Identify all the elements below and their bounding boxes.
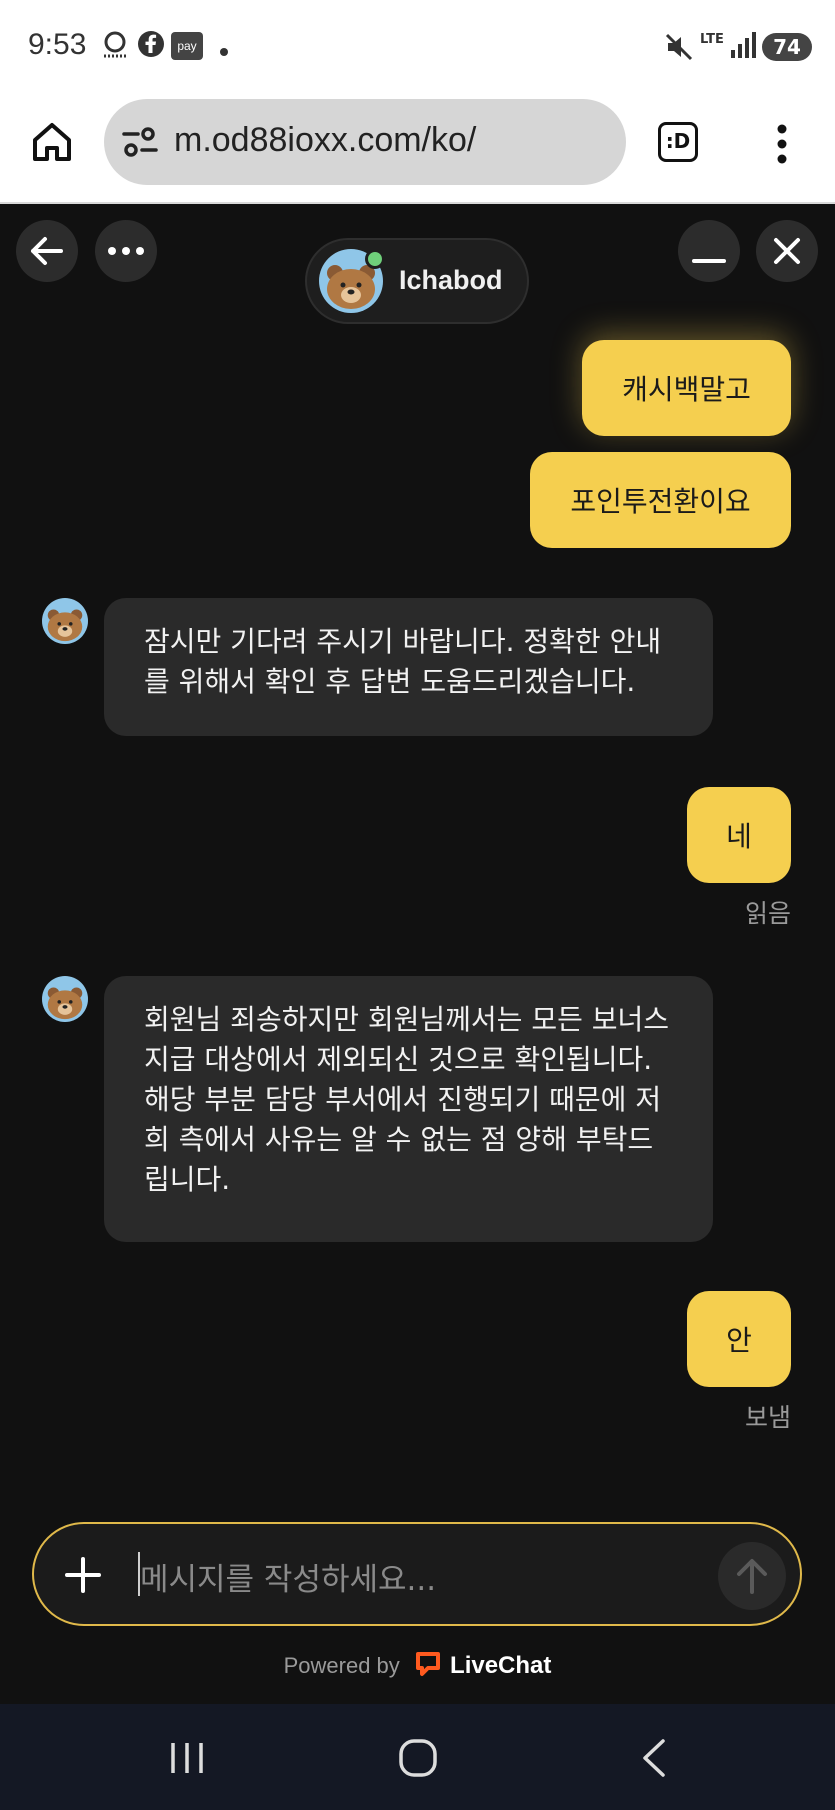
address-bar[interactable]: m.od88ioxx.com/ko/ — [104, 99, 626, 185]
message-agent: 회원님 죄송하지만 회원님께서는 모든 보너스 지급 대상에서 제외되신 것으로… — [104, 976, 713, 1242]
chat-options-button[interactable] — [95, 220, 157, 282]
system-navigation-bar — [0, 1704, 835, 1810]
home-icon[interactable] — [30, 120, 74, 168]
back-button[interactable] — [16, 220, 78, 282]
agent-avatar-small — [42, 976, 88, 1022]
powered-by-label: Powered by — [283, 1652, 400, 1678]
status-bar: 9:53 pay LTE 74 — [0, 0, 835, 92]
message-user: 네 — [687, 787, 791, 883]
facebook-icon — [137, 30, 165, 62]
livechat-logo-icon — [414, 1650, 442, 1684]
url-text: m.od88ioxx.com/ko/ — [174, 121, 477, 159]
chat-window: Ichabod 캐시백말고 포인투전환이요 잠시만 기다려 주시기 바랍니다. … — [0, 206, 835, 1704]
message-user: 안 — [687, 1291, 791, 1387]
agent-header: Ichabod — [305, 238, 529, 324]
agent-avatar-small — [42, 598, 88, 644]
browser-toolbar: m.od88ioxx.com/ko/ :D — [0, 92, 835, 204]
livechat-brand: LiveChat — [450, 1651, 552, 1679]
online-status-dot — [365, 249, 385, 269]
ellipsis-icon — [108, 247, 144, 255]
minimize-icon — [692, 259, 726, 263]
more-menu-icon[interactable] — [770, 122, 794, 170]
battery-icon: 74 — [762, 33, 812, 61]
home-nav-icon[interactable] — [398, 1738, 438, 1782]
pay-icon: pay — [171, 32, 203, 60]
back-nav-icon[interactable] — [640, 1738, 668, 1782]
plus-icon — [65, 1557, 101, 1593]
message-status: 읽음 — [744, 899, 791, 928]
arrow-up-icon — [737, 1559, 767, 1594]
mute-icon — [664, 32, 694, 66]
site-settings-icon[interactable] — [122, 125, 158, 163]
message-agent: 잠시만 기다려 주시기 바랍니다. 정확한 안내를 위해서 확인 후 답변 도움… — [104, 598, 713, 736]
message-input[interactable]: 메시지를 작성하세요... — [140, 1554, 436, 1599]
message-user: 캐시백말고 — [582, 340, 791, 436]
recent-apps-icon[interactable] — [168, 1740, 206, 1780]
attach-button[interactable] — [64, 1556, 102, 1598]
close-icon — [774, 238, 800, 264]
powered-by[interactable]: Powered by LiveChat — [0, 1650, 835, 1684]
dot-icon — [219, 42, 229, 61]
send-button[interactable] — [718, 1542, 786, 1610]
message-user: 포인투전환이요 — [530, 452, 791, 548]
signal-icon — [730, 30, 756, 64]
tab-switcher-button[interactable]: :D — [658, 122, 698, 162]
lte-icon: LTE — [700, 32, 724, 47]
message-status: 보냄 — [744, 1403, 791, 1432]
arrow-left-icon — [31, 237, 63, 265]
assistant-icon — [100, 30, 130, 64]
close-button[interactable] — [756, 220, 818, 282]
clock: 9:53 — [28, 28, 87, 61]
agent-name: Ichabod — [399, 265, 503, 295]
message-composer: 메시지를 작성하세요... — [32, 1522, 802, 1626]
minimize-button[interactable] — [678, 220, 740, 282]
